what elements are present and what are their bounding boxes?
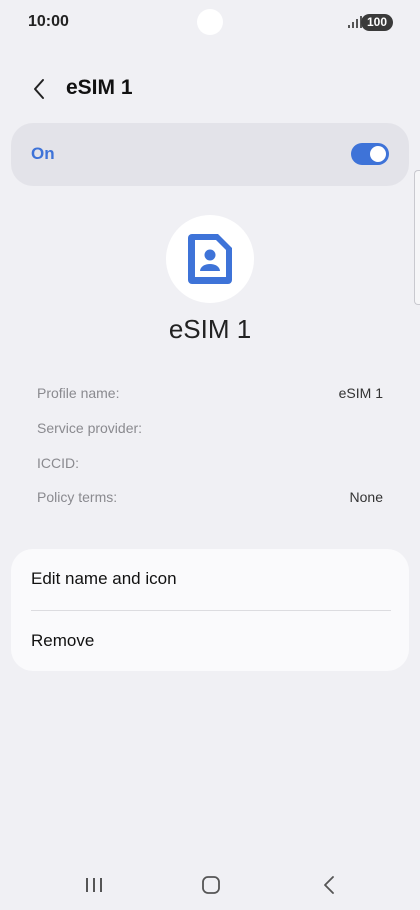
info-row-service-provider: Service provider:: [37, 420, 383, 442]
menu-item-label: Edit name and icon: [31, 569, 177, 588]
info-row-iccid: ICCID:: [37, 455, 383, 477]
scroll-indicator[interactable]: [414, 170, 420, 305]
info-value: eSIM 1: [338, 385, 383, 401]
toggle-label: On: [31, 144, 55, 163]
info-label: Profile name:: [37, 385, 120, 401]
chevron-left-icon: [34, 79, 44, 99]
toggle-knob: [370, 146, 386, 162]
page-title: eSIM 1: [66, 76, 133, 99]
nav-back-button[interactable]: [309, 870, 349, 900]
remove-button[interactable]: Remove: [11, 611, 409, 672]
edit-name-and-icon-button[interactable]: Edit name and icon: [11, 549, 409, 610]
info-label: Service provider:: [37, 420, 143, 436]
esim-avatar: [166, 215, 254, 303]
back-icon: [324, 876, 334, 894]
battery-badge: 100: [361, 14, 393, 31]
info-value: None: [349, 489, 383, 505]
menu-item-label: Remove: [31, 631, 95, 650]
signal-icon: [348, 16, 362, 28]
info-row-profile-name: Profile name: eSIM 1: [37, 385, 383, 407]
back-button[interactable]: [24, 74, 54, 104]
sim-card-person-icon: [188, 234, 232, 284]
home-button[interactable]: [191, 870, 231, 900]
info-row-policy-terms: Policy terms: None: [37, 489, 383, 511]
actions-card: Edit name and icon Remove: [11, 549, 409, 671]
camera-cutout: [197, 9, 223, 35]
status-time: 10:00: [28, 13, 69, 30]
status-bar: 10:00 100: [0, 0, 420, 44]
info-label: Policy terms:: [37, 489, 118, 505]
esim-toggle-switch[interactable]: [351, 143, 389, 165]
header: eSIM 1: [0, 70, 420, 108]
navigation-bar: [0, 860, 420, 910]
recents-icon: [86, 878, 102, 892]
recents-button[interactable]: [74, 870, 114, 900]
home-icon: [202, 876, 220, 894]
info-label: ICCID:: [37, 455, 79, 471]
profile-name-heading: eSIM 1: [168, 314, 252, 344]
esim-toggle-row[interactable]: On: [11, 123, 409, 186]
